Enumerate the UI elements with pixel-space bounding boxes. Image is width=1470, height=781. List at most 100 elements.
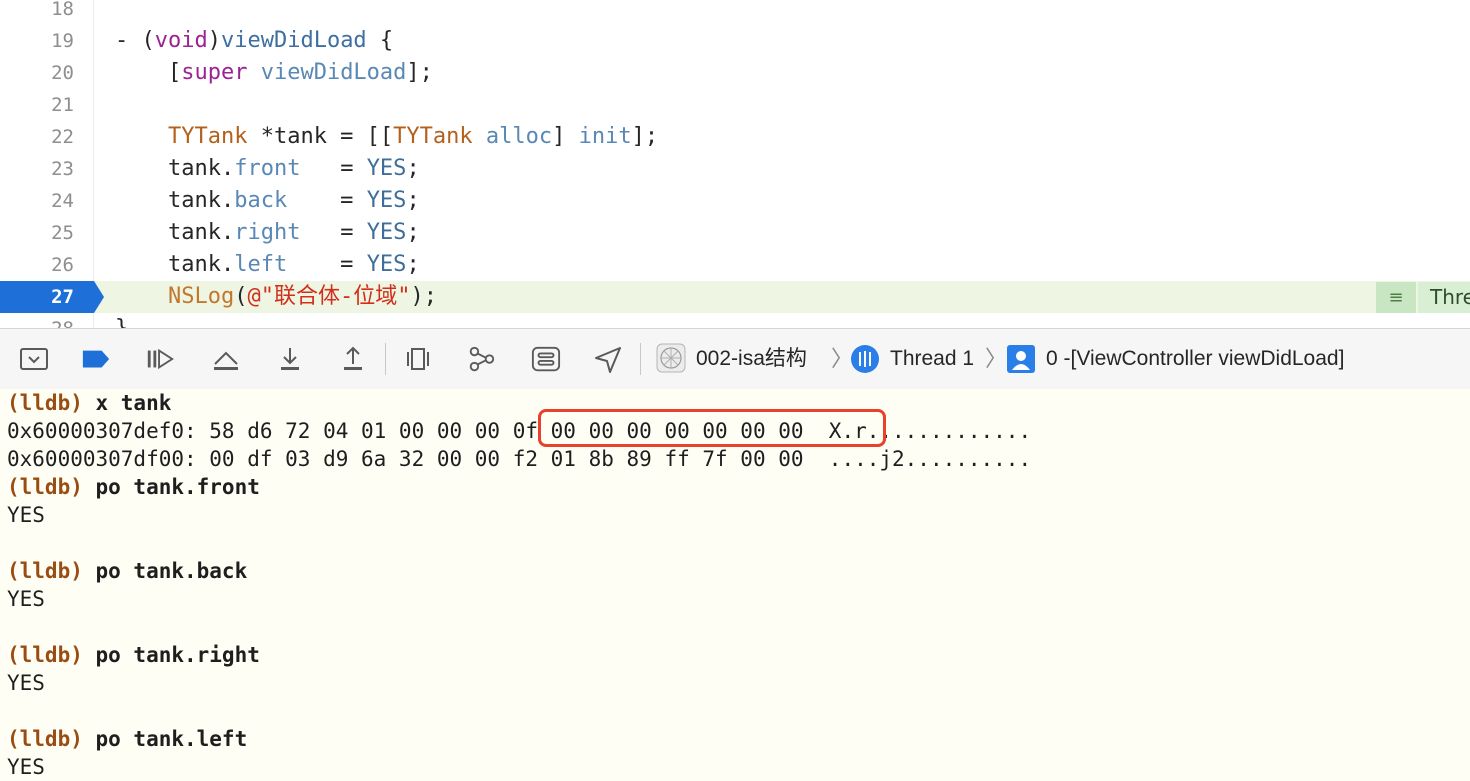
hide-console-icon[interactable] <box>19 345 49 373</box>
code-line[interactable] <box>93 0 1470 25</box>
code-line[interactable]: tank.right = YES; <box>93 217 1470 249</box>
code-line[interactable]: NSLog(@"联合体-位域"); <box>93 281 1470 313</box>
code-token: alloc <box>485 124 553 149</box>
step-over-icon[interactable] <box>211 345 241 373</box>
code-token: NSLog <box>167 284 235 309</box>
line-number[interactable]: 28 <box>0 313 74 328</box>
breakpoint-toggle-icon[interactable] <box>81 345 111 373</box>
current-line-number: 27 <box>51 286 74 308</box>
console-command: (lldb) po tank.right <box>7 641 260 669</box>
code-line[interactable]: tank.front = YES; <box>93 153 1470 185</box>
code-line[interactable]: - (void)viewDidLoad { <box>93 25 1470 57</box>
code-token: tank. <box>115 188 235 213</box>
code-token: ) <box>207 28 221 53</box>
line-number[interactable]: 22 <box>0 121 74 153</box>
command-text: po tank.back <box>82 559 248 583</box>
source-editor[interactable]: 18 19 - (void)viewDidLoad { 20 [super viewD… <box>0 0 1470 328</box>
console-output-line: YES <box>7 503 45 527</box>
code-token: tank. <box>115 156 235 181</box>
environment-overrides-icon[interactable] <box>531 345 561 373</box>
breadcrumb-scheme[interactable]: 002-isa结构 <box>696 343 807 375</box>
code-token: ] <box>552 124 579 149</box>
continue-icon[interactable] <box>145 345 175 373</box>
code-line[interactable]: TYTank *tank = [[TYTank alloc] init]; <box>93 121 1470 153</box>
code-text: TYTank *tank = [[TYTank alloc] init]; <box>115 121 658 153</box>
code-token: ; <box>406 220 420 245</box>
breadcrumb-thread[interactable]: Thread 1 <box>890 343 974 375</box>
code-token: ); <box>410 284 437 309</box>
code-token: tank. <box>115 220 235 245</box>
view-debugger-icon[interactable] <box>403 345 433 373</box>
thread-badge[interactable]: ≡ Thre <box>1376 282 1470 313</box>
memory-highlight-annotation <box>538 409 886 447</box>
code-token: init <box>578 124 632 149</box>
step-into-icon[interactable] <box>275 345 305 373</box>
code-text: tank.right = YES; <box>115 217 420 249</box>
step-out-icon[interactable] <box>338 345 368 373</box>
code-token: YES <box>366 252 407 277</box>
code-token: TYTank <box>393 124 473 149</box>
code-text: [super viewDidLoad]; <box>115 57 433 89</box>
code-text: tank.left = YES; <box>115 249 420 281</box>
code-token: ; <box>406 188 420 213</box>
command-text: x tank <box>82 391 172 415</box>
code-token: super <box>181 60 248 85</box>
code-token: ( <box>234 284 248 309</box>
line-number[interactable]: 18 <box>0 0 74 25</box>
command-text: po tank.front <box>82 475 260 499</box>
code-text: - (void)viewDidLoad { <box>115 25 393 57</box>
simulate-location-icon[interactable] <box>593 345 623 373</box>
code-token: YES <box>366 188 407 213</box>
lldb-prompt: (lldb) <box>7 643 83 667</box>
console-command: (lldb) po tank.front <box>7 473 260 501</box>
lldb-console[interactable]: (lldb) x tank 0x60000307def0: 58 d6 72 04… <box>0 389 1470 779</box>
code-token: } <box>115 316 128 328</box>
code-token: @"联合体-位域" <box>247 284 411 309</box>
thread-badge-icon: ≡ <box>1376 282 1416 313</box>
code-token: left <box>234 252 288 277</box>
code-line[interactable]: [super viewDidLoad]; <box>93 57 1470 89</box>
memory-graph-icon[interactable] <box>466 345 496 373</box>
code-line[interactable]: tank.back = YES; <box>93 185 1470 217</box>
code-token: tank. <box>115 252 235 277</box>
code-text: } <box>115 313 128 328</box>
code-line[interactable]: } <box>93 313 1470 328</box>
breadcrumb-frame[interactable]: 0 -[ViewController viewDidLoad] <box>1046 343 1344 375</box>
lldb-prompt: (lldb) <box>7 475 83 499</box>
code-line[interactable]: tank.left = YES; <box>93 249 1470 281</box>
code-token: front <box>234 156 301 181</box>
code-token: right <box>234 220 301 245</box>
thread-badge-label: Thre <box>1418 282 1470 313</box>
code-token: = <box>300 156 367 181</box>
line-number[interactable]: 26 <box>0 249 74 281</box>
chevron-right-icon: 〉 <box>985 346 1008 371</box>
code-text: tank.front = YES; <box>115 153 420 185</box>
code-token: [ <box>115 60 182 85</box>
debug-toolbar: 002-isa结构 〉 Thread 1 〉 0 -[ViewControlle… <box>0 328 1470 390</box>
code-text: NSLog(@"联合体-位域"); <box>115 281 437 313</box>
line-number[interactable]: 24 <box>0 185 74 217</box>
line-number[interactable]: 20 <box>0 57 74 89</box>
code-token: viewDidLoad <box>220 28 367 53</box>
console-command: (lldb) po tank.back <box>7 557 247 585</box>
line-number[interactable]: 25 <box>0 217 74 249</box>
program-counter-marker[interactable]: 27 <box>0 281 104 313</box>
code-token: *tank = [[ <box>247 124 394 149</box>
thread-icon <box>850 345 880 373</box>
code-token: = <box>287 188 367 213</box>
code-token: TYTank <box>167 124 248 149</box>
lldb-prompt: (lldb) <box>7 727 83 751</box>
code-token: ; <box>406 156 420 181</box>
code-line[interactable] <box>93 89 1470 121</box>
console-output-line: YES <box>7 755 45 779</box>
code-token: ]; <box>406 60 433 85</box>
code-token: ]; <box>631 124 659 149</box>
line-number[interactable]: 21 <box>0 89 74 121</box>
code-token: ; <box>406 252 420 277</box>
code-text: tank.back = YES; <box>115 185 420 217</box>
line-number[interactable]: 19 <box>0 25 74 57</box>
line-number[interactable]: 23 <box>0 153 74 185</box>
